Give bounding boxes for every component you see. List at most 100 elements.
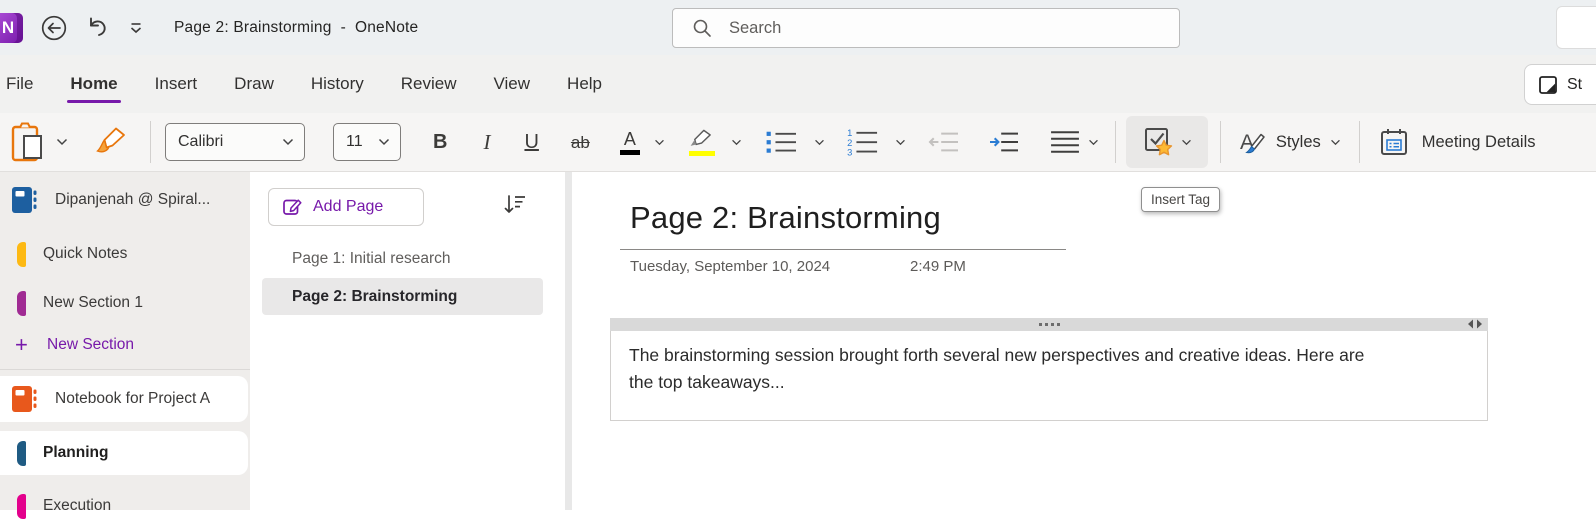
underline-button[interactable]: U — [524, 132, 538, 152]
styles-label: Styles — [1275, 132, 1321, 151]
onenote-app: { "titlebar": { "window_title": "Page 2:… — [0, 0, 1596, 519]
paste-dropdown-button[interactable] — [56, 138, 68, 146]
title-underline — [620, 249, 1066, 250]
sidebar-item-project-notebook[interactable]: Notebook for Project A — [0, 376, 248, 422]
add-page-button[interactable]: Add Page — [268, 188, 424, 226]
sidebar-item-new-section-1[interactable]: New Section 1 — [0, 281, 250, 325]
section-color-tab — [17, 290, 26, 316]
note-resize-handle[interactable] — [1467, 319, 1483, 329]
screen-clip-button[interactable]: St — [1524, 64, 1596, 105]
format-painter-button[interactable] — [94, 126, 128, 158]
italic-button[interactable]: I — [483, 131, 490, 153]
sidebar-item-label: New Section 1 — [43, 294, 143, 311]
notebook-icon — [12, 386, 37, 412]
paste-clipboard-icon — [11, 122, 42, 162]
clip-button-label: St — [1567, 75, 1583, 93]
search-placeholder: Search — [729, 18, 782, 37]
font-name-select[interactable]: Calibri — [165, 123, 305, 161]
font-size-select[interactable]: 11 — [333, 123, 401, 161]
chevron-down-icon — [814, 139, 824, 145]
new-section-button[interactable]: + New Section — [0, 325, 250, 365]
undo-button[interactable] — [84, 15, 110, 41]
sidebar-item-label: Execution — [43, 497, 112, 514]
note-container-handle[interactable] — [610, 318, 1488, 331]
page-list-item[interactable]: Page 1: Initial research — [250, 244, 565, 274]
paste-button[interactable] — [10, 120, 48, 164]
page-list: Page 1: Initial research Page 2: Brainst… — [250, 244, 565, 315]
highlight-color-swatch — [688, 150, 715, 156]
back-button[interactable] — [40, 14, 68, 42]
font-size-value: 11 — [346, 133, 363, 150]
resize-left-arrow-icon — [1468, 319, 1473, 329]
menu-help[interactable]: Help — [567, 74, 602, 94]
add-page-pencil-icon — [283, 199, 302, 215]
menu-history[interactable]: History — [311, 74, 364, 94]
alignment-button[interactable] — [1048, 129, 1082, 155]
decrease-indent-icon — [928, 132, 958, 152]
styles-button[interactable]: A Styles — [1237, 127, 1341, 157]
page-canvas[interactable]: Page 2: Brainstorming Tuesday, September… — [572, 172, 1596, 510]
sidebar-item-quick-notes[interactable]: Quick Notes — [0, 232, 250, 276]
increase-indent-button[interactable] — [986, 128, 1022, 156]
new-section-label: New Section — [47, 336, 135, 353]
sort-pages-button[interactable] — [502, 192, 528, 218]
page-title[interactable]: Page 2: Brainstorming — [630, 200, 941, 236]
insert-tag-tooltip: Insert Tag — [1141, 187, 1221, 212]
page-time: 2:49 PM — [910, 258, 966, 275]
font-color-dropdown-button[interactable] — [654, 139, 665, 146]
bullet-list-button[interactable] — [764, 128, 800, 156]
menu-file[interactable]: File — [6, 74, 33, 94]
sidebar-item-label: Dipanjenah @ Spiral... — [55, 191, 211, 208]
drag-dots-icon — [1056, 323, 1060, 326]
panel-resize-divider[interactable] — [565, 172, 572, 510]
titlebar-partial-button[interactable] — [1556, 6, 1596, 49]
note-text[interactable]: The brainstorming session brought forth … — [610, 331, 1488, 421]
ribbon-divider — [1219, 121, 1221, 163]
decrease-indent-button[interactable] — [926, 128, 962, 156]
drag-dots-icon — [1044, 323, 1048, 326]
onenote-logo-letter: N — [1, 18, 15, 37]
chevron-down-icon — [654, 139, 664, 145]
format-painter-icon — [96, 127, 125, 153]
chevron-down-icon — [282, 138, 294, 146]
page-date: Tuesday, September 10, 2024 — [630, 258, 831, 275]
styles-icon: A — [1240, 131, 1265, 154]
alignment-dropdown-button[interactable] — [1088, 139, 1099, 146]
quick-access-toolbar-button[interactable] — [128, 21, 144, 35]
bold-button[interactable]: B — [433, 132, 447, 152]
sidebar-item-account-notebook[interactable]: Dipanjenah @ Spiral... — [0, 178, 250, 222]
window-title: Page 2: Brainstorming - OneNote — [174, 18, 419, 36]
search-input[interactable]: Search — [672, 8, 1180, 48]
page-list-item-selected[interactable]: Page 2: Brainstorming — [262, 278, 543, 315]
highlight-dropdown-button[interactable] — [731, 139, 742, 146]
menu-insert[interactable]: Insert — [155, 74, 198, 94]
drag-dots-icon — [1050, 323, 1054, 326]
bullet-list-icon — [766, 131, 796, 153]
section-color-tab — [17, 241, 26, 267]
meeting-details-button[interactable]: Meeting Details — [1378, 126, 1536, 158]
menu-review[interactable]: Review — [401, 74, 457, 94]
numbered-list-dropdown-button[interactable] — [895, 139, 906, 146]
chevron-line-icon — [130, 22, 142, 33]
bullet-list-dropdown-button[interactable] — [814, 139, 825, 146]
ribbon-divider — [1358, 121, 1360, 163]
menu-view[interactable]: View — [494, 74, 531, 94]
drag-dots-icon — [1038, 323, 1042, 326]
menu-home[interactable]: Home — [67, 74, 121, 103]
strikethrough-button[interactable]: ab — [571, 134, 590, 151]
chevron-down-icon — [56, 138, 68, 146]
sidebar-item-execution[interactable]: Execution — [0, 484, 250, 528]
chevron-down-icon — [1330, 139, 1340, 145]
highlight-button[interactable] — [687, 129, 717, 156]
menu-draw[interactable]: Draw — [234, 74, 274, 94]
notebooks-sidebar: Dipanjenah @ Spiral... Quick Notes New S… — [0, 172, 250, 519]
numbered-list-button[interactable]: 1 2 3 — [845, 127, 881, 157]
sidebar-item-label: Quick Notes — [43, 245, 128, 262]
insert-tag-button[interactable] — [1125, 116, 1208, 168]
sidebar-item-planning[interactable]: Planning — [0, 431, 248, 475]
pages-panel: Add Page Page 1: Initial research Page 2… — [250, 172, 565, 510]
titlebar: N Page 2: Brainstorming - OneNote Search — [0, 0, 1596, 55]
onenote-logo-icon[interactable]: N — [0, 13, 23, 43]
calendar-icon — [1380, 129, 1407, 155]
font-color-button[interactable]: A — [619, 130, 640, 155]
